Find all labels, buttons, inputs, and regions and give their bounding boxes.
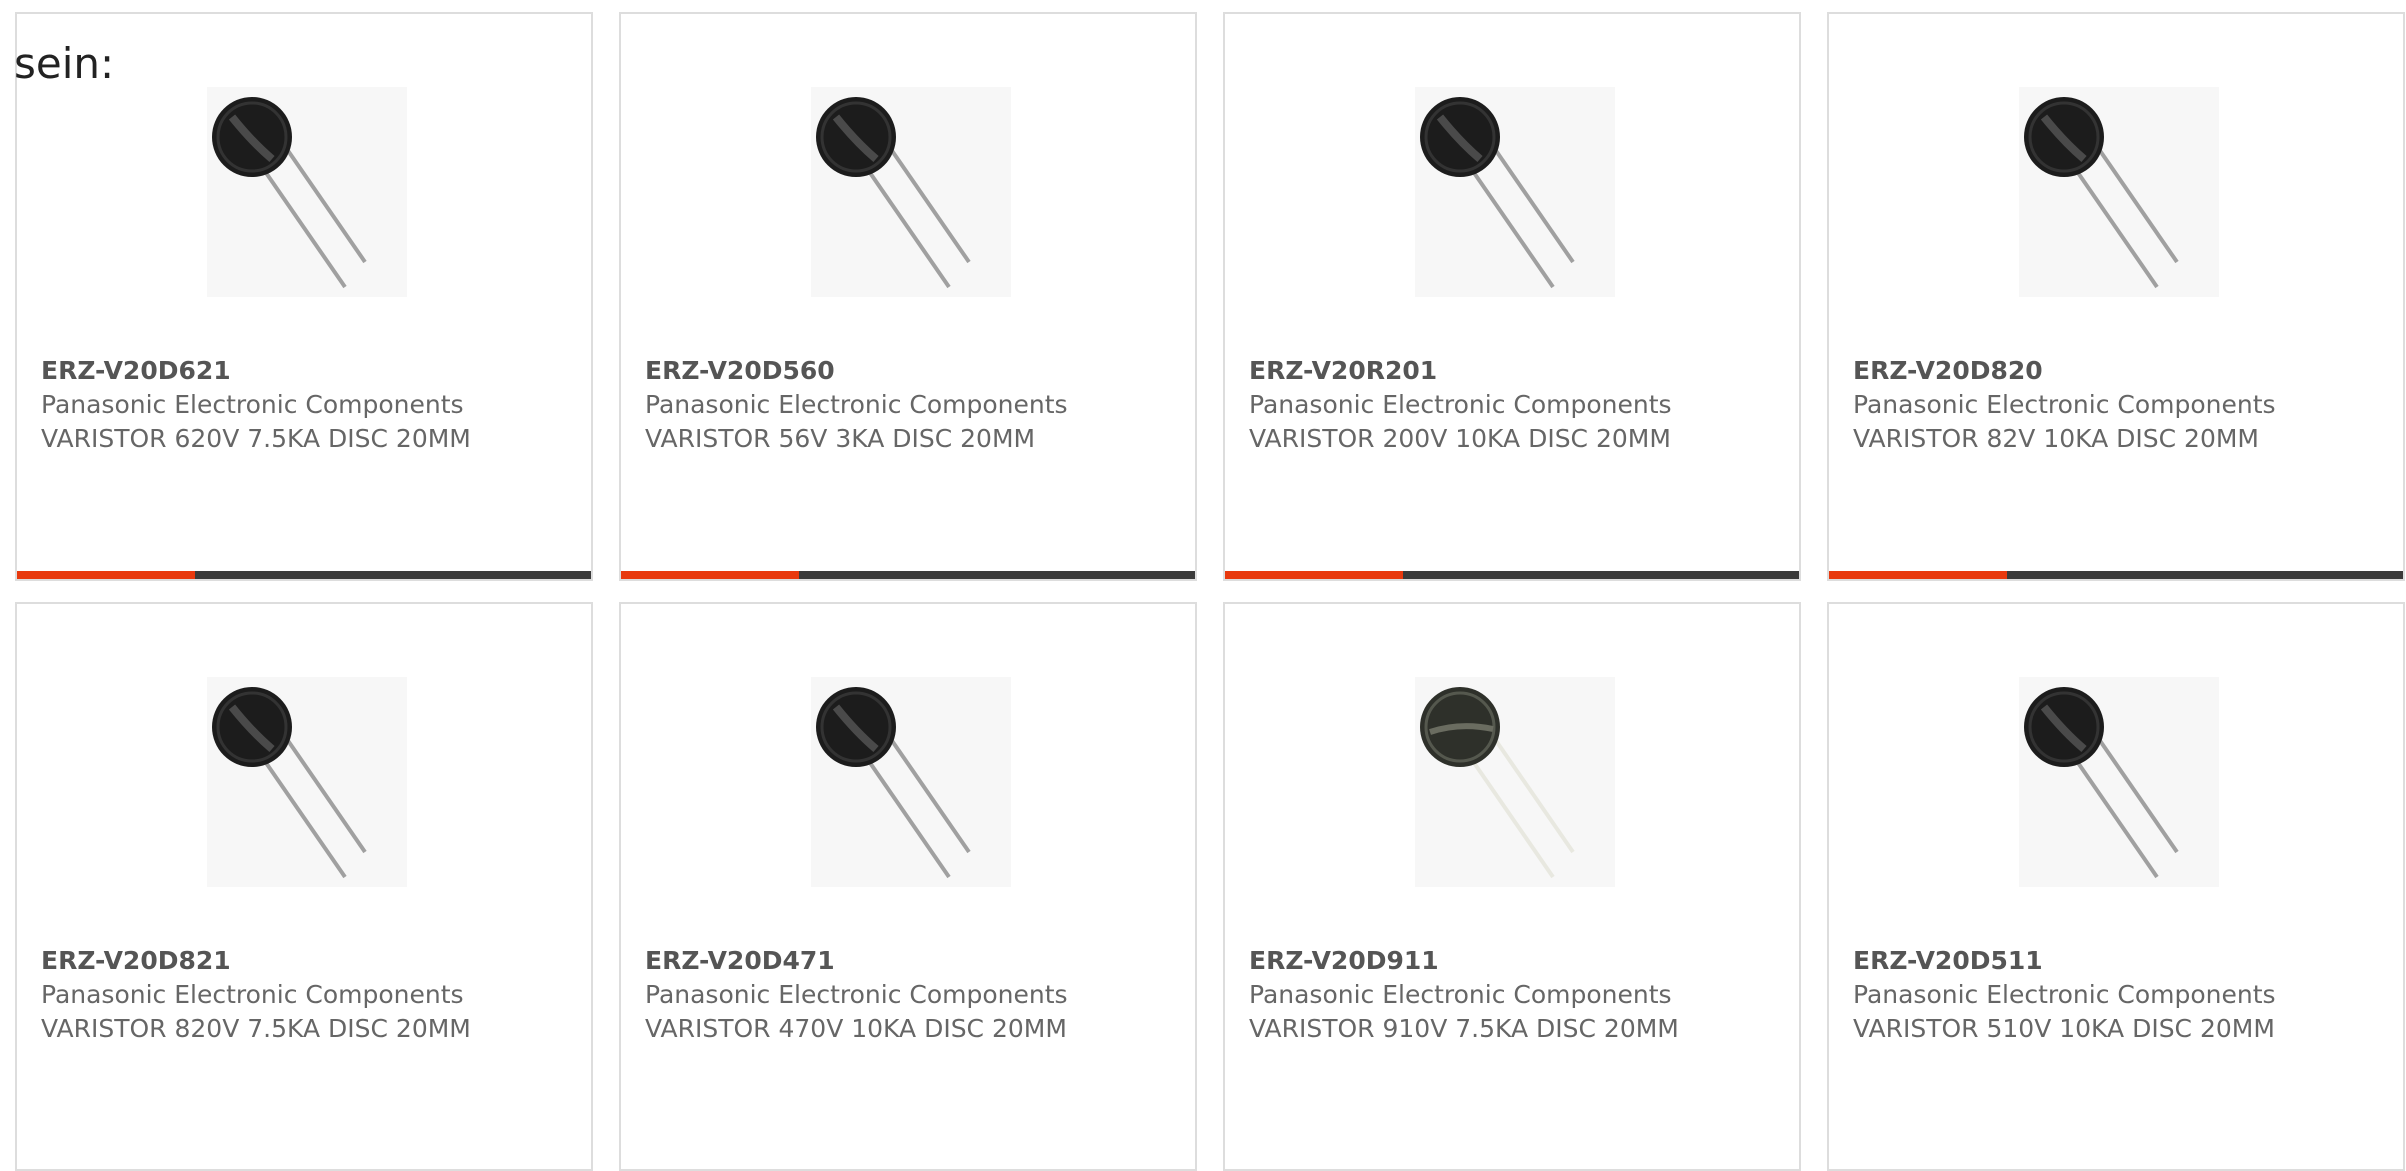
description-label: VARISTOR 200V 10KA DISC 20MM bbox=[1249, 424, 1671, 453]
card-progress-fill bbox=[17, 571, 195, 579]
description-label: VARISTOR 620V 7.5KA DISC 20MM bbox=[41, 424, 471, 453]
card-progress-fill bbox=[1225, 571, 1403, 579]
part-number-link[interactable]: ERZ-V20D621 bbox=[41, 354, 471, 388]
varistor-disc-icon[interactable] bbox=[811, 87, 1011, 297]
manufacturer-label: Panasonic Electronic Components bbox=[645, 390, 1068, 419]
product-info: ERZ-V20D820 Panasonic Electronic Compone… bbox=[1853, 354, 2283, 456]
manufacturer-label: Panasonic Electronic Components bbox=[1249, 390, 1672, 419]
description-label: VARISTOR 470V 10KA DISC 20MM bbox=[645, 1014, 1067, 1043]
card-progress-bar bbox=[17, 571, 591, 579]
card-progress-bar bbox=[1225, 571, 1799, 579]
part-number-link[interactable]: ERZ-V20D471 bbox=[645, 944, 1075, 978]
manufacturer-label: Panasonic Electronic Components bbox=[1853, 390, 2276, 419]
manufacturer-label: Panasonic Electronic Components bbox=[645, 980, 1068, 1009]
description-label: VARISTOR 820V 7.5KA DISC 20MM bbox=[41, 1014, 471, 1043]
description-label: VARISTOR 56V 3KA DISC 20MM bbox=[645, 424, 1036, 453]
varistor-disc-icon[interactable] bbox=[811, 677, 1011, 887]
product-info: ERZ-V20D821 Panasonic Electronic Compone… bbox=[41, 944, 471, 1046]
card-progress-bar bbox=[1829, 571, 2403, 579]
product-info: ERZ-V20D911 Panasonic Electronic Compone… bbox=[1249, 944, 1679, 1046]
product-card[interactable]: ERZ-V20D911 Panasonic Electronic Compone… bbox=[1223, 602, 1801, 1171]
product-info: ERZ-V20D511 Panasonic Electronic Compone… bbox=[1853, 944, 2283, 1046]
part-number-link[interactable]: ERZ-V20D511 bbox=[1853, 944, 2283, 978]
product-card[interactable]: ERZ-V20R201 Panasonic Electronic Compone… bbox=[1223, 12, 1801, 581]
manufacturer-label: Panasonic Electronic Components bbox=[41, 980, 464, 1009]
description-label: VARISTOR 910V 7.5KA DISC 20MM bbox=[1249, 1014, 1679, 1043]
part-number-link[interactable]: ERZ-V20D821 bbox=[41, 944, 471, 978]
card-progress-fill bbox=[621, 571, 799, 579]
description-label: VARISTOR 82V 10KA DISC 20MM bbox=[1853, 424, 2260, 453]
part-number-link[interactable]: ERZ-V20D911 bbox=[1249, 944, 1679, 978]
intro-text: sein: bbox=[14, 39, 115, 88]
varistor-disc-icon[interactable] bbox=[207, 677, 407, 887]
card-progress-fill bbox=[1829, 571, 2007, 579]
product-info: ERZ-V20D621 Panasonic Electronic Compone… bbox=[41, 354, 471, 456]
manufacturer-label: Panasonic Electronic Components bbox=[1249, 980, 1672, 1009]
varistor-disc-icon[interactable] bbox=[1415, 87, 1615, 297]
product-grid: ERZ-V20D621 Panasonic Electronic Compone… bbox=[15, 12, 2406, 1171]
description-label: VARISTOR 510V 10KA DISC 20MM bbox=[1853, 1014, 2275, 1043]
part-number-link[interactable]: ERZ-V20R201 bbox=[1249, 354, 1679, 388]
manufacturer-label: Panasonic Electronic Components bbox=[41, 390, 464, 419]
product-info: ERZ-V20D560 Panasonic Electronic Compone… bbox=[645, 354, 1075, 456]
product-info: ERZ-V20R201 Panasonic Electronic Compone… bbox=[1249, 354, 1679, 456]
varistor-disc-icon[interactable] bbox=[207, 87, 407, 297]
product-card[interactable]: ERZ-V20D560 Panasonic Electronic Compone… bbox=[619, 12, 1197, 581]
varistor-disc-icon[interactable] bbox=[2019, 87, 2219, 297]
product-info: ERZ-V20D471 Panasonic Electronic Compone… bbox=[645, 944, 1075, 1046]
product-card[interactable]: ERZ-V20D821 Panasonic Electronic Compone… bbox=[15, 602, 593, 1171]
product-card[interactable]: ERZ-V20D471 Panasonic Electronic Compone… bbox=[619, 602, 1197, 1171]
part-number-link[interactable]: ERZ-V20D560 bbox=[645, 354, 1075, 388]
product-card[interactable]: ERZ-V20D621 Panasonic Electronic Compone… bbox=[15, 12, 593, 581]
product-card[interactable]: ERZ-V20D820 Panasonic Electronic Compone… bbox=[1827, 12, 2405, 581]
card-progress-bar bbox=[621, 571, 1195, 579]
varistor-disc-icon[interactable] bbox=[2019, 677, 2219, 887]
product-card[interactable]: ERZ-V20D511 Panasonic Electronic Compone… bbox=[1827, 602, 2405, 1171]
part-number-link[interactable]: ERZ-V20D820 bbox=[1853, 354, 2283, 388]
manufacturer-label: Panasonic Electronic Components bbox=[1853, 980, 2276, 1009]
varistor-disc-icon[interactable] bbox=[1415, 677, 1615, 887]
